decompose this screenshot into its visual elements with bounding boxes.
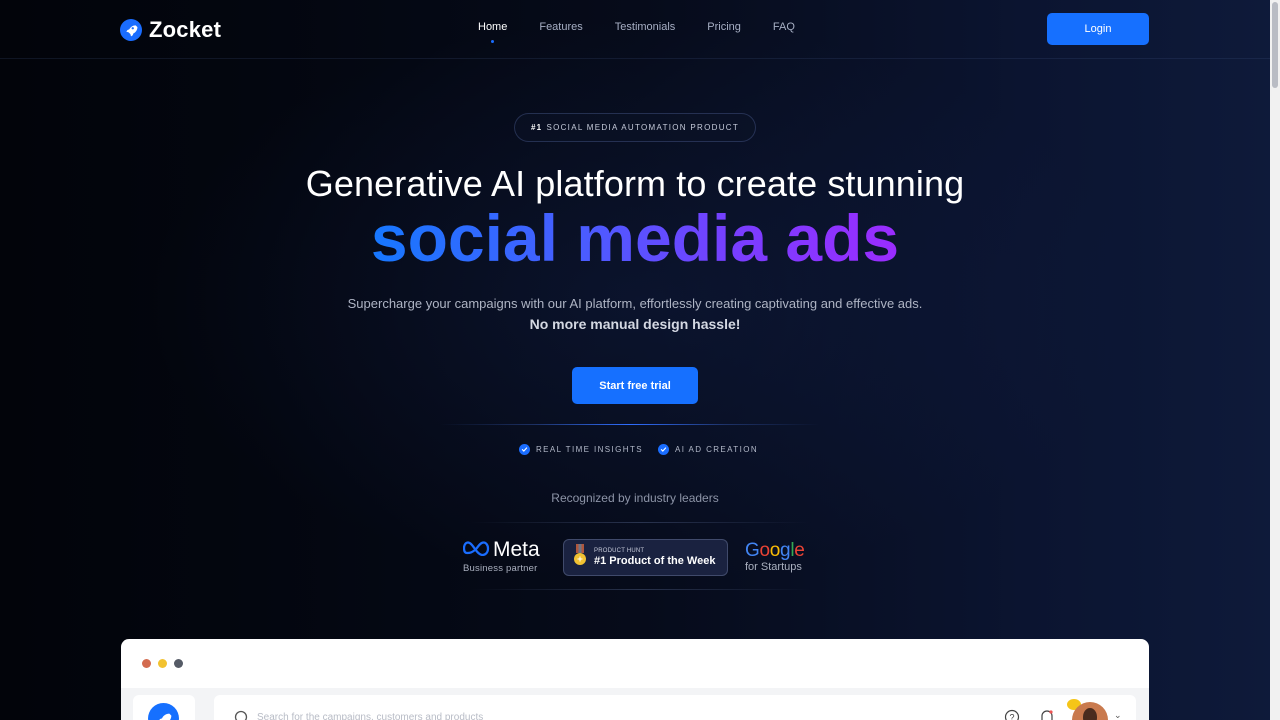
window-dot-yellow <box>158 659 167 668</box>
brand-name: Zocket <box>149 17 222 42</box>
feature-label: AI AD CREATION <box>675 445 759 454</box>
google-letter: o <box>769 540 781 561</box>
nav-link-testimonials[interactable]: Testimonials <box>615 21 676 33</box>
google-for-startups-badge: Google for Startups <box>745 540 805 573</box>
app-preview-body: ? ⌄ <box>121 688 1149 720</box>
login-button[interactable]: Login <box>1047 13 1149 45</box>
meta-subtitle: Business partner <box>463 563 538 574</box>
pill-text: SOCIAL MEDIA AUTOMATION PRODUCT <box>546 123 740 132</box>
product-hunt-award: #1 Product of the Week <box>594 555 716 567</box>
nav-link-faq[interactable]: FAQ <box>773 21 795 33</box>
hero-headline-accent-text: social media ads <box>370 201 900 275</box>
google-letter: g <box>780 540 791 561</box>
page-scrollbar[interactable] <box>1270 0 1280 720</box>
avatar-face <box>1083 708 1097 720</box>
app-preview-window: ? ⌄ <box>121 639 1149 720</box>
divider <box>470 522 810 523</box>
feature-list: REAL TIME INSIGHTS AI AD CREATION <box>519 444 758 455</box>
window-dot-red <box>142 659 151 668</box>
hero-background-glow <box>0 0 1270 720</box>
hero-headline-accent: social media ads <box>0 200 1270 276</box>
nav-links: Home Features Testimonials Pricing FAQ <box>478 21 827 43</box>
nav-link-pricing[interactable]: Pricing <box>707 21 741 33</box>
google-letter: e <box>794 540 805 561</box>
meta-infinity-icon <box>462 540 490 561</box>
cta-divider-glow <box>440 424 820 425</box>
hero-subtitle-bold: No more manual design hassle! <box>529 316 741 332</box>
rocket-icon <box>120 19 142 41</box>
meta-partner-badge: Meta Business partner <box>462 538 540 574</box>
svg-text:?: ? <box>1009 713 1014 720</box>
app-search-bar: ? ⌄ <box>214 695 1136 720</box>
google-letter: G <box>745 540 760 561</box>
meta-name: Meta <box>493 538 540 561</box>
google-logo: Google <box>745 540 805 562</box>
top-navbar: Zocket Home Features Testimonials Pricin… <box>0 0 1270 59</box>
product-hunt-badge: PRODUCT HUNT #1 Product of the Week <box>563 539 728 576</box>
feature-item: AI AD CREATION <box>658 444 758 455</box>
app-sidebar <box>133 695 195 720</box>
nav-link-home[interactable]: Home <box>478 21 507 43</box>
pill-rank: #1 <box>530 123 543 132</box>
check-circle-icon <box>519 444 530 455</box>
product-hunt-label: PRODUCT HUNT <box>594 548 645 554</box>
hero-subtitle: Supercharge your campaigns with our AI p… <box>347 296 923 311</box>
brand-logo[interactable]: Zocket <box>120 17 221 43</box>
recognized-label: Recognized by industry leaders <box>551 491 719 505</box>
check-circle-icon <box>658 444 669 455</box>
google-letter: o <box>759 540 770 561</box>
bell-icon[interactable] <box>1039 708 1055 720</box>
medal-icon <box>574 544 586 571</box>
feature-label: REAL TIME INSIGHTS <box>536 445 643 454</box>
scrollbar-thumb[interactable] <box>1272 2 1278 88</box>
nav-link-features[interactable]: Features <box>539 21 582 33</box>
hero-tag-pill: #1 SOCIAL MEDIA AUTOMATION PRODUCT <box>514 113 756 142</box>
app-search-input[interactable] <box>257 712 657 720</box>
chevron-down-icon[interactable]: ⌄ <box>1114 710 1122 720</box>
hero-headline: Generative AI platform to create stunnin… <box>305 163 965 204</box>
rocket-icon[interactable] <box>148 703 179 720</box>
google-subtitle: for Startups <box>745 561 802 573</box>
window-dot-gray <box>174 659 183 668</box>
help-icon[interactable]: ? <box>1004 709 1020 720</box>
start-free-trial-button[interactable]: Start free trial <box>572 367 698 404</box>
search-icon <box>234 710 250 720</box>
feature-item: REAL TIME INSIGHTS <box>519 444 643 455</box>
window-controls <box>142 659 183 668</box>
divider <box>470 589 810 590</box>
